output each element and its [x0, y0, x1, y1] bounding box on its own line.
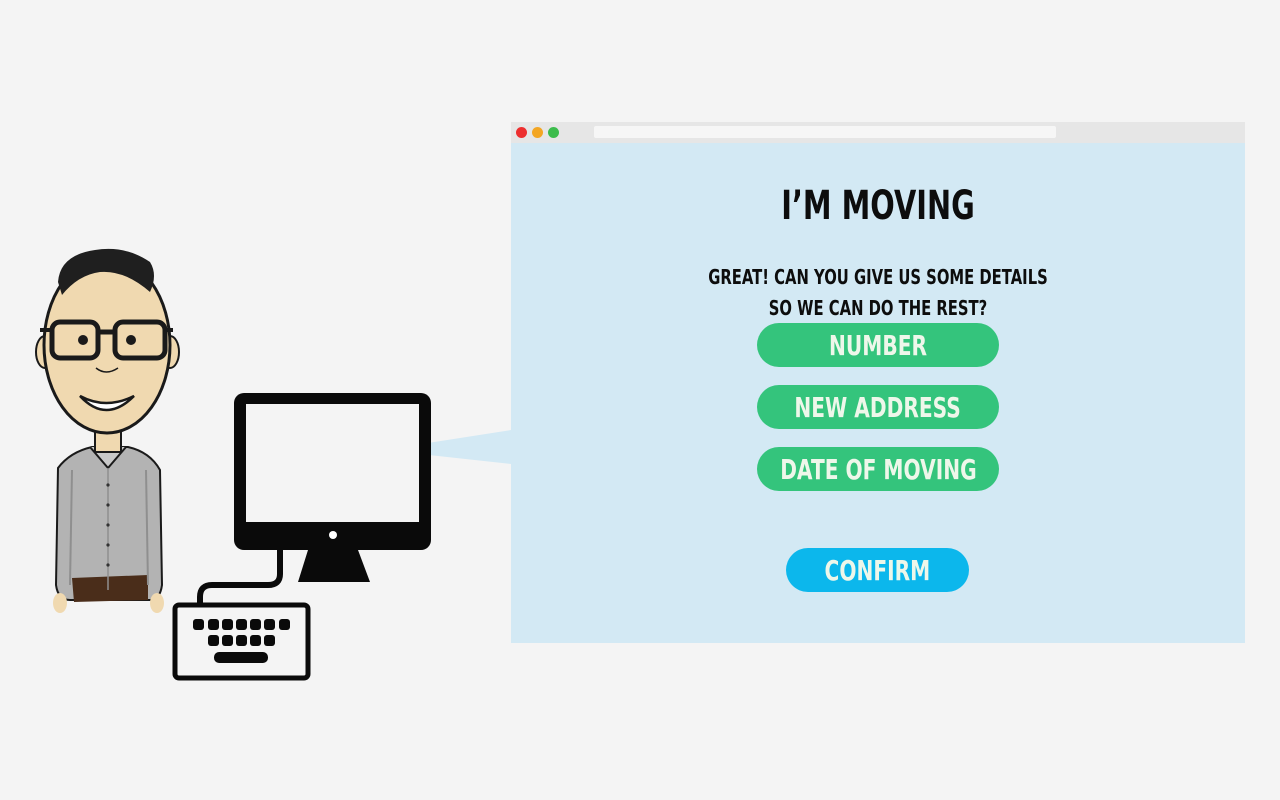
- new-address-button[interactable]: NEW ADDRESS: [757, 385, 999, 429]
- address-bar[interactable]: [594, 126, 1056, 138]
- browser-toolbar: [511, 122, 1245, 143]
- number-button-label: NUMBER: [829, 328, 927, 362]
- maximize-window-icon[interactable]: [548, 127, 559, 138]
- illustration: [35, 248, 511, 681]
- page-title: I’M MOVING: [781, 183, 975, 229]
- page-subtitle-line2: SO WE CAN DO THE REST?: [768, 296, 988, 320]
- confirm-button[interactable]: CONFIRM: [786, 548, 969, 592]
- minimize-window-icon[interactable]: [532, 127, 543, 138]
- stage: I’M MOVING GREAT! CAN YOU GIVE US SOME D…: [0, 0, 1280, 800]
- keyboard-icon: [172, 602, 311, 681]
- date-of-moving-button[interactable]: DATE OF MOVING: [757, 447, 999, 491]
- browser-window: I’M MOVING GREAT! CAN YOU GIVE US SOME D…: [511, 122, 1245, 643]
- desktop-monitor-icon: [234, 393, 431, 582]
- browser-content: I’M MOVING GREAT! CAN YOU GIVE US SOME D…: [511, 143, 1245, 643]
- date-of-moving-button-label: DATE OF MOVING: [779, 452, 977, 486]
- new-address-button-label: NEW ADDRESS: [794, 390, 962, 424]
- close-window-icon[interactable]: [516, 127, 527, 138]
- person-with-glasses-icon: [35, 248, 180, 613]
- keyboard-cable: [197, 550, 283, 608]
- page-subtitle-line1: GREAT! CAN YOU GIVE US SOME DETAILS: [708, 265, 1048, 289]
- confirm-button-label: CONFIRM: [824, 553, 931, 587]
- number-button[interactable]: NUMBER: [757, 323, 999, 367]
